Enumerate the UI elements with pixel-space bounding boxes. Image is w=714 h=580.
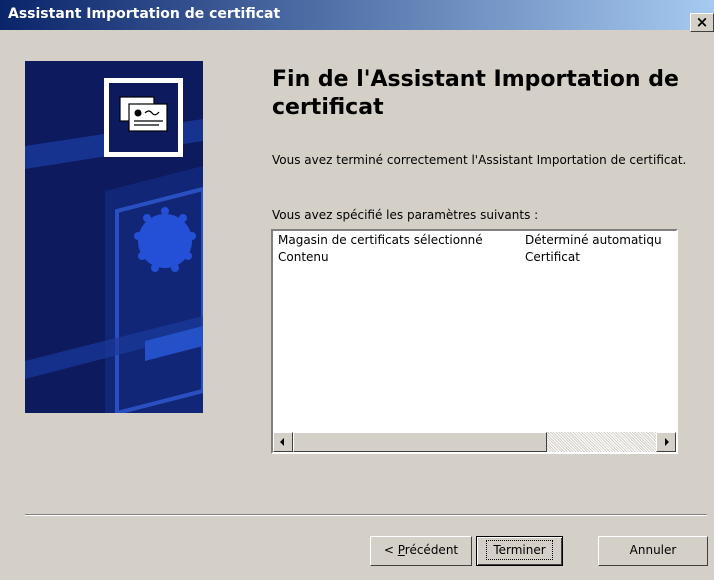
settings-label: Vous avez spécifié les paramètres suivan… [272, 208, 539, 222]
back-button[interactable]: < Précédent [370, 536, 472, 566]
finish-button-label: Terminer [486, 540, 553, 560]
window-title: Assistant Importation de certificat [8, 6, 281, 22]
setting-value: Déterminé automatiqu [525, 233, 662, 247]
cancel-button[interactable]: Annuler [598, 536, 708, 566]
settings-list[interactable]: Magasin de certificats sélectionné Déter… [271, 229, 678, 454]
arrow-right-icon [665, 438, 669, 446]
back-button-prefix: < [383, 543, 398, 557]
arrow-left-icon [280, 438, 284, 446]
list-item[interactable]: Contenu Certificat [273, 248, 676, 265]
setting-name: Contenu [278, 250, 329, 264]
footer-separator [25, 514, 707, 516]
completion-message: Vous avez terminé correctement l'Assista… [272, 153, 687, 167]
close-button[interactable]: × [690, 13, 714, 32]
settings-list-content: Magasin de certificats sélectionné Déter… [273, 231, 676, 432]
scroll-right-button[interactable] [656, 432, 676, 452]
title-bar: Assistant Importation de certificat × [0, 0, 714, 32]
horizontal-scrollbar[interactable] [273, 432, 676, 452]
list-item[interactable]: Magasin de certificats sélectionné Déter… [273, 231, 676, 248]
wizard-banner-image [25, 61, 203, 413]
wizard-heading: Fin de l'Assistant Importation de certif… [272, 67, 679, 120]
finish-button[interactable]: Terminer [476, 536, 563, 566]
setting-name: Magasin de certificats sélectionné [278, 233, 483, 247]
setting-value: Certificat [525, 250, 580, 264]
scrollbar-track[interactable] [547, 432, 656, 452]
certificate-card-icon [104, 78, 183, 157]
scrollbar-thumb[interactable] [293, 432, 547, 452]
back-button-mnemonic: P [397, 543, 405, 557]
scroll-left-button[interactable] [273, 432, 293, 452]
back-button-label: récédent [404, 543, 459, 557]
